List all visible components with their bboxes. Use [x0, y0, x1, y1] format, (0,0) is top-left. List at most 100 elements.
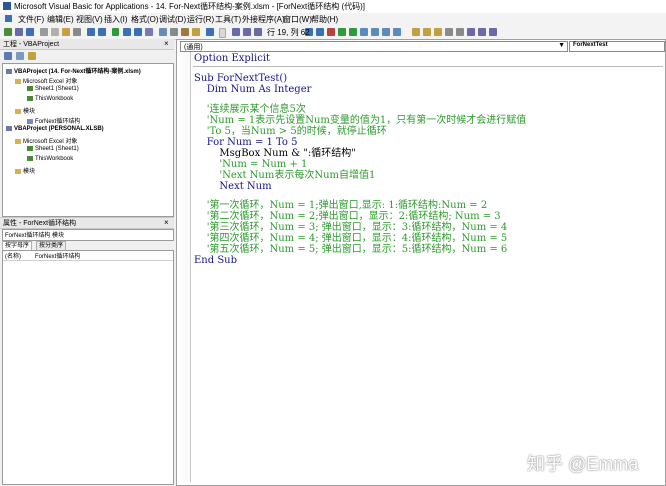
menu-run[interactable]: 运行(R) — [187, 14, 214, 25]
code-line[interactable]: '连续展示某个信息5次 — [194, 104, 306, 115]
menu-addins[interactable]: 外接程序(A) — [242, 14, 285, 25]
procedure-combo[interactable]: ForNextTest — [569, 41, 665, 52]
code-line[interactable]: '第二次循环，Num = 2;弹出窗口，显示：2:循环结构; Num = 3 — [194, 211, 501, 222]
project-explorer-icon[interactable] — [159, 28, 167, 36]
view-object-icon[interactable] — [16, 52, 24, 60]
call-stack-icon[interactable] — [456, 28, 464, 36]
quick-info-icon[interactable] — [254, 28, 262, 36]
properties-title: 属性 - ForNext循环结构 — [3, 220, 77, 227]
locals-window-icon[interactable] — [478, 28, 486, 36]
window-title: Microsoft Visual Basic for Applications … — [14, 2, 366, 11]
tree-node-excel-objects-personal[interactable]: Microsoft Excel 对象 — [15, 136, 77, 145]
tree-node-sheet1-personal[interactable]: Sheet1 (Sheet1) — [27, 146, 79, 152]
excel-icon[interactable] — [5, 15, 12, 22]
tree-node-sheet1[interactable]: Sheet1 (Sheet1) — [27, 86, 79, 92]
quick-watch-icon[interactable] — [445, 28, 453, 36]
run-icon[interactable] — [112, 28, 119, 36]
uncomment-block-icon[interactable] — [349, 28, 357, 36]
immediate-window-icon[interactable] — [467, 28, 475, 36]
property-row-name[interactable]: (名称) ForNext循环结构 — [3, 251, 173, 261]
tree-node-modules-personal[interactable]: 模块 — [15, 166, 35, 175]
code-line[interactable]: 'Num = Num + 1 — [194, 159, 307, 170]
help-icon[interactable] — [206, 28, 214, 36]
code-line[interactable]: '第一次循环，Num = 1;弹出窗口,显示: 1:循环结构:Num = 2 — [194, 200, 488, 211]
copy-icon[interactable] — [51, 28, 59, 36]
outdent-icon[interactable] — [316, 28, 324, 36]
object-browser-icon[interactable] — [181, 28, 189, 36]
code-line[interactable]: 'To 5，当Num > 5的时候，就停止循环 — [194, 126, 387, 137]
code-line[interactable]: Sub ForNextTest() — [194, 73, 287, 84]
code-line[interactable]: End Sub — [194, 255, 237, 266]
code-line[interactable]: 'Next Num表示每次Num自增值1 — [194, 170, 375, 181]
menu-window[interactable]: 窗口(W) — [283, 14, 312, 25]
save-icon[interactable] — [26, 28, 34, 36]
redo-icon[interactable] — [98, 28, 106, 36]
menu-file[interactable]: 文件(F) — [18, 14, 44, 25]
tree-node-project-personal[interactable]: VBAProject (PERSONAL.XLSB) — [6, 126, 104, 132]
design-mode-icon[interactable] — [145, 28, 153, 36]
prev-bookmark-icon[interactable] — [382, 28, 390, 36]
code-line[interactable]: 'Num = 1表示先设置Num变量的值为1，只有第一次时候才会进行赋值 — [194, 115, 527, 126]
toggle-folders-icon[interactable] — [28, 52, 36, 60]
list-constants-icon[interactable] — [243, 28, 251, 36]
code-line[interactable]: Option Explicit — [194, 53, 270, 64]
menu-edit[interactable]: 编辑(E) — [47, 14, 74, 25]
tree-node-thisworkbook-personal[interactable]: ThisWorkbook — [27, 156, 73, 162]
insert-module-icon[interactable] — [15, 28, 23, 36]
toggle-breakpoint-icon[interactable] — [327, 28, 335, 36]
next-bookmark-icon[interactable] — [371, 28, 379, 36]
properties-header: 属性 - ForNext循环结构 × — [0, 217, 174, 229]
toolbox-icon[interactable] — [192, 28, 200, 36]
undo-icon[interactable] — [87, 28, 95, 36]
title-bar: Microsoft Visual Basic for Applications … — [0, 0, 666, 14]
tree-node-project-main[interactable]: VBAProject (14. For-Next循环结构-案例.xlsm) — [6, 66, 141, 75]
cursor-position: 行 19, 列 62 — [267, 28, 310, 37]
menu-help[interactable]: 帮助(H) — [311, 14, 338, 25]
chevron-down-icon[interactable]: ▼ — [558, 42, 565, 49]
code-line[interactable]: Dim Num As Integer — [194, 84, 312, 95]
properties-window-icon[interactable] — [170, 28, 178, 36]
step-into-icon[interactable] — [412, 28, 420, 36]
worksheet-icon — [27, 146, 33, 151]
code-line[interactable]: '第三次循环，Num = 3; 弹出窗口，显示：3:循环结构，Num = 4 — [194, 222, 508, 233]
tree-node-excel-objects[interactable]: Microsoft Excel 对象 — [15, 76, 77, 85]
tree-node-fornext-module[interactable]: ForNext循环结构 — [27, 116, 80, 125]
property-value[interactable]: ForNext循环结构 — [35, 251, 80, 260]
paste-icon[interactable] — [62, 28, 70, 36]
step-over-icon[interactable] — [423, 28, 431, 36]
margin-indicator-bar[interactable] — [181, 52, 191, 482]
list-properties-icon[interactable] — [232, 28, 240, 36]
cut-icon[interactable] — [40, 28, 48, 36]
tree-node-thisworkbook[interactable]: ThisWorkbook — [27, 96, 73, 102]
comment-block-icon[interactable] — [338, 28, 346, 36]
find-icon[interactable] — [73, 28, 81, 36]
tree-node-modules[interactable]: 模块 — [15, 106, 35, 115]
break-icon[interactable] — [123, 28, 131, 36]
code-line[interactable]: MsgBox Num & ":循环结构" — [194, 148, 355, 159]
property-name: (名称) — [5, 254, 21, 260]
watch-window-icon[interactable] — [489, 28, 497, 36]
worksheet-icon — [27, 86, 33, 91]
step-out-icon[interactable] — [434, 28, 442, 36]
toggle-bookmark-icon[interactable] — [360, 28, 368, 36]
code-line[interactable]: Next Num — [194, 181, 271, 192]
menu-view[interactable]: 视图(V) — [76, 14, 103, 25]
view-code-icon[interactable] — [4, 52, 12, 60]
menu-debug[interactable]: 调试(D) — [159, 14, 186, 25]
menu-format[interactable]: 格式(O) — [131, 14, 159, 25]
project-icon — [6, 68, 12, 74]
menu-insert[interactable]: 插入(I) — [104, 14, 128, 25]
properties-object-label: ForNext循环结构 模块 — [5, 233, 65, 239]
menu-tools[interactable]: 工具(T) — [215, 14, 241, 25]
close-icon[interactable]: × — [164, 39, 169, 48]
object-combo[interactable]: (通用) ▼ — [180, 41, 568, 52]
code-line[interactable]: For Num = 1 To 5 — [194, 137, 298, 148]
properties-object-combo[interactable]: ForNext循环结构 模块 — [2, 229, 174, 241]
code-line[interactable]: '第四次循环，Num = 4; 弹出窗口，显示：4:循环结构，Num = 5 — [194, 233, 508, 244]
code-line[interactable]: '第五次循环，Num = 5; 弹出窗口，显示：5:循环结构，Num = 6 — [194, 244, 508, 255]
view-excel-icon[interactable] — [4, 28, 12, 36]
reset-icon[interactable] — [134, 28, 142, 36]
close-icon[interactable]: × — [164, 218, 169, 227]
menu-bar: 文件(F) 编辑(E) 视图(V) 插入(I) 格式(O) 调试(D) 运行(R… — [0, 13, 666, 26]
clear-bookmarks-icon[interactable] — [393, 28, 401, 36]
